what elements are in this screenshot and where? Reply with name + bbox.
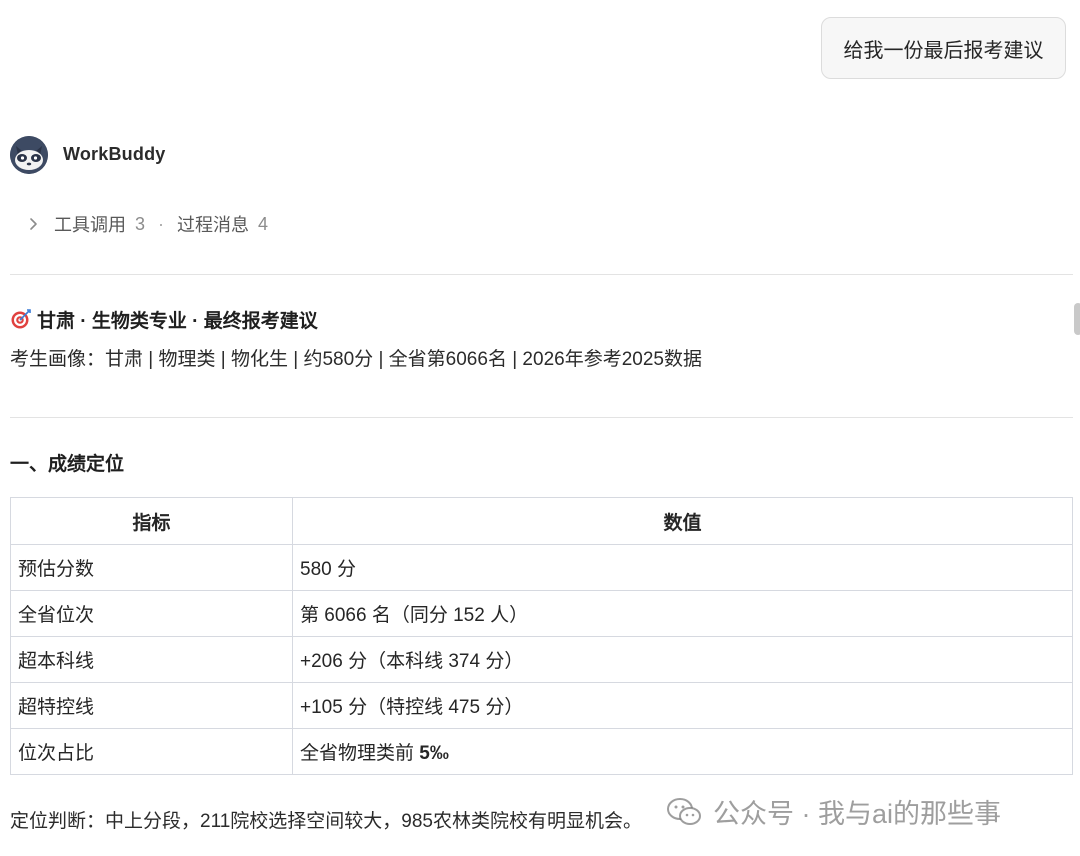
wechat-icon (667, 797, 701, 825)
metric-cell: 位次占比 (10, 728, 293, 775)
column-header-value: 数值 (292, 497, 1073, 545)
value-cell: 第 6066 名（同分 152 人） (292, 590, 1073, 637)
watermark-text: 公众号 · 我与ai的那些事 (713, 799, 1002, 829)
value-cell: +105 分（特控线 475 分） (292, 682, 1073, 729)
divider (10, 274, 1073, 275)
messages-count: 4 (258, 213, 269, 234)
assistant-avatar (10, 136, 48, 174)
report-title-text: 甘肃 · 生物类专业 · 最终报考建议 (37, 310, 318, 332)
process-separator: · (158, 213, 165, 234)
messages-label: 过程消息 (177, 215, 250, 235)
table-row: 全省位次 第 6066 名（同分 152 人） (10, 590, 1073, 637)
target-icon (11, 309, 31, 329)
metric-cell: 超本科线 (10, 636, 293, 683)
report-title: 甘肃 · 生物类专业 · 最终报考建议 (10, 305, 318, 333)
process-toggle[interactable]: 工具调用 3 · 过程消息 4 (24, 210, 268, 238)
value-cell: 580 分 (292, 544, 1073, 591)
assistant-name: WorkBuddy (63, 144, 166, 164)
metric-cell: 全省位次 (10, 590, 293, 637)
metric-cell: 超特控线 (10, 682, 293, 729)
table-row: 超本科线 +206 分（本科线 374 分） (10, 636, 1073, 683)
tools-count: 3 (135, 213, 146, 234)
candidate-profile: 考生画像：甘肃 | 物理类 | 物化生 | 约580分 | 全省第6066名 |… (10, 349, 702, 370)
table-row: 预估分数 580 分 (10, 544, 1073, 591)
scrollbar-thumb[interactable] (1074, 303, 1080, 335)
user-message-text: 给我一份最后报考建议 (843, 39, 1044, 62)
chevron-right-icon (30, 218, 37, 230)
position-conclusion: 定位判断：中上分段，211院校选择空间较大，985农林类院校有明显机会。 (10, 811, 642, 832)
table-header-row: 指标 数值 (10, 497, 1073, 545)
user-message-bubble: 给我一份最后报考建议 (821, 17, 1066, 79)
divider (10, 417, 1073, 418)
section-title: 一、成绩定位 (10, 454, 125, 475)
watermark: 公众号 · 我与ai的那些事 (667, 792, 1001, 831)
value-cell: +206 分（本科线 374 分） (292, 636, 1073, 683)
value-emphasis: 5‰ (419, 743, 449, 764)
metric-cell: 预估分数 (10, 544, 293, 591)
table-row: 超特控线 +105 分（特控线 475 分） (10, 682, 1073, 729)
tools-label: 工具调用 (54, 215, 126, 235)
column-header-metric: 指标 (10, 497, 293, 545)
raccoon-avatar-icon (10, 136, 48, 174)
value-prefix: 全省物理类前 (300, 743, 420, 764)
score-position-table: 指标 数值 预估分数 580 分 全省位次 第 6066 名（同分 152 人）… (10, 497, 1073, 775)
value-cell: 全省物理类前 5‰ (292, 728, 1073, 775)
table-row: 位次占比 全省物理类前 5‰ (10, 728, 1073, 775)
